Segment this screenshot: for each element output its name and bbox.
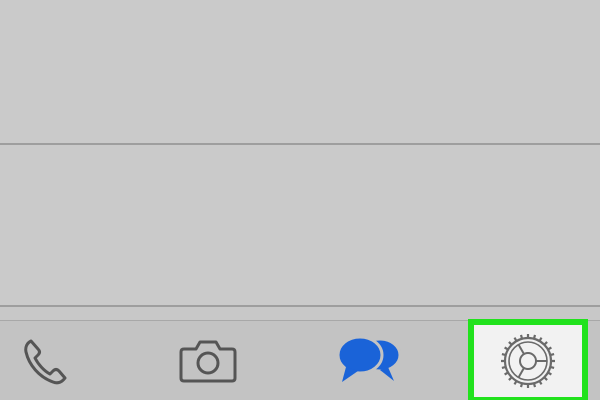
- tab-bar: [0, 319, 600, 400]
- list-row-2[interactable]: [0, 145, 600, 305]
- tab-chats[interactable]: [320, 321, 420, 400]
- tab-calls[interactable]: [0, 321, 90, 400]
- phone-icon: [24, 339, 67, 385]
- gear-icon: [501, 334, 555, 388]
- camera-icon: [179, 340, 236, 383]
- chat-bubbles-icon: [336, 335, 402, 382]
- tab-camera[interactable]: [160, 321, 255, 400]
- list-row-1[interactable]: [0, 0, 600, 144]
- row-separator: [0, 305, 600, 307]
- app-screen: [0, 0, 600, 400]
- tab-settings[interactable]: [468, 319, 588, 400]
